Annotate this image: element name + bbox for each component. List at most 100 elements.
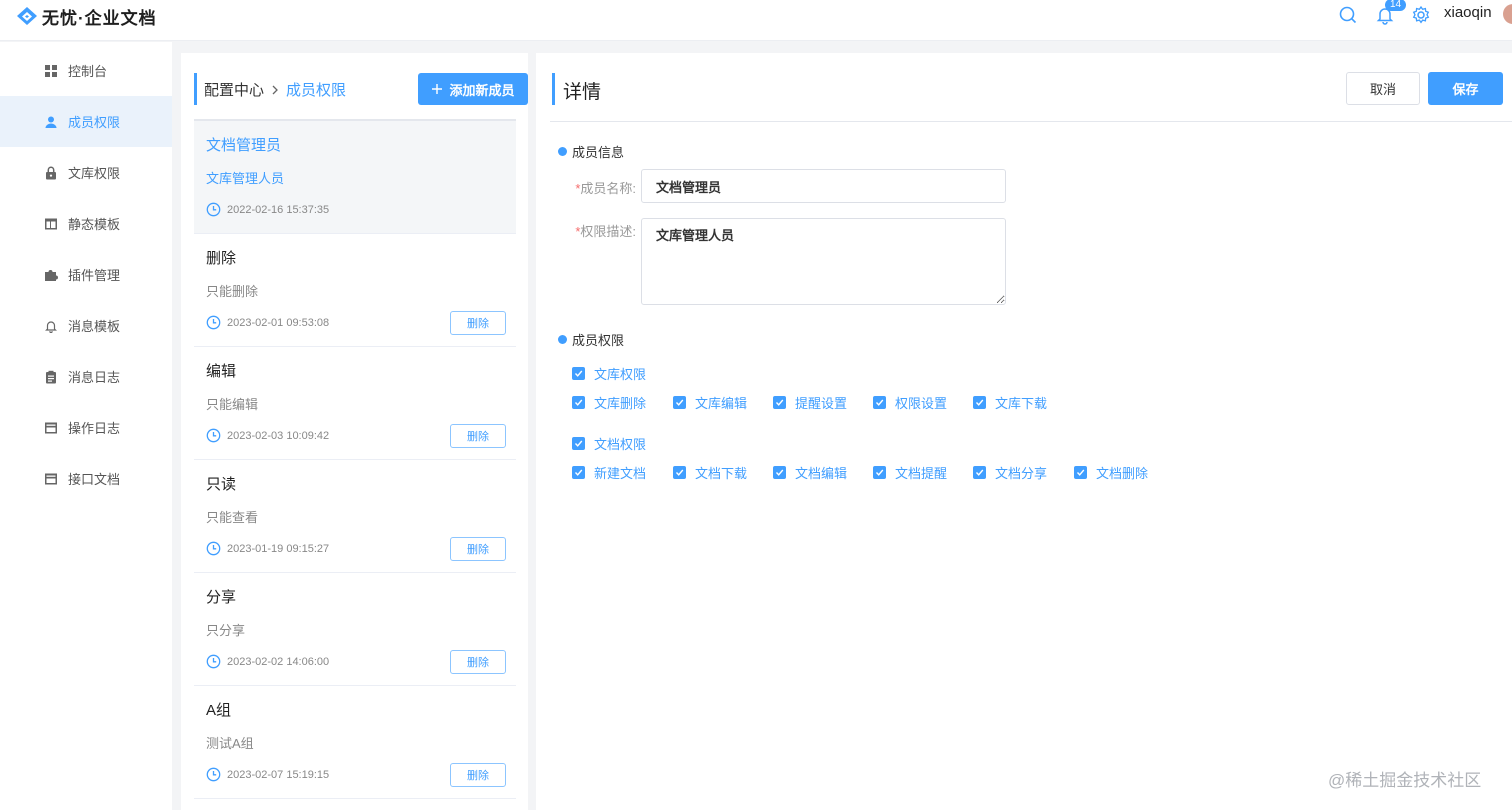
chevron-right-icon xyxy=(272,85,278,94)
sidebar-item-library-permissions[interactable]: 文库权限 xyxy=(0,147,172,198)
section-title: 成员信息 xyxy=(572,145,625,160)
checkbox-label: 文库编辑 xyxy=(695,396,748,411)
cancel-button[interactable]: 取消 xyxy=(1346,72,1420,105)
member-list-header: 配置中心 成员权限 添加新成员 xyxy=(194,73,528,105)
sidebar-item-label: 文库权限 xyxy=(68,166,121,181)
save-button[interactable]: 保存 xyxy=(1428,72,1503,105)
member-card[interactable]: 删除 只能删除 2023-02-01 09:53:08 删除 xyxy=(194,234,516,347)
checkbox-label: 文档权限 xyxy=(594,437,647,452)
permission-desc-textarea[interactable]: 文库管理人员 xyxy=(641,218,1006,305)
member-card-timestamp: 2023-02-07 15:19:15 xyxy=(227,768,330,781)
breadcrumb-current: 成员权限 xyxy=(286,82,347,99)
checkbox-library-download[interactable]: 文库下载 xyxy=(973,393,1047,412)
checkbox-library-edit[interactable]: 文库编辑 xyxy=(673,393,747,412)
add-member-button[interactable]: 添加新成员 xyxy=(418,73,528,105)
member-card[interactable]: 编辑 只能编辑 2023-02-03 10:09:42 删除 xyxy=(194,347,516,460)
member-card[interactable]: 只读 只能查看 2023-01-19 09:15:27 删除 xyxy=(194,460,516,573)
checkbox-library-delete[interactable]: 文库删除 xyxy=(572,393,646,412)
checkbox-document-share[interactable]: 文档分享 xyxy=(973,463,1047,482)
member-card[interactable]: A组 测试A组 2023-02-07 15:19:15 删除 xyxy=(194,686,516,799)
delete-button[interactable]: 删除 xyxy=(450,311,506,335)
watermark: @稀土掘金技术社区 xyxy=(1328,771,1482,790)
checkbox-document-delete[interactable]: 文档删除 xyxy=(1074,463,1148,482)
logo-icon xyxy=(17,6,37,25)
checkbox-checked-icon xyxy=(572,466,585,479)
member-card-time: 2023-02-07 15:19:15 xyxy=(206,767,329,782)
sidebar-item-message-log[interactable]: 消息日志 xyxy=(0,351,172,402)
search-icon[interactable] xyxy=(1338,5,1358,25)
member-card[interactable]: 文档管理员 文库管理人员 2022-02-16 15:37:35 xyxy=(194,121,516,234)
member-info-section: 成员信息 xyxy=(558,142,624,161)
sidebar-item-dashboard[interactable]: 控制台 xyxy=(0,45,172,96)
section-dot xyxy=(558,147,567,156)
member-card-timestamp: 2022-02-16 15:37:35 xyxy=(227,203,330,216)
avatar[interactable] xyxy=(1503,4,1512,24)
checkbox-document-edit[interactable]: 文档编辑 xyxy=(773,463,847,482)
accent-bar xyxy=(552,73,555,105)
member-card-desc: 只能编辑 xyxy=(206,397,259,412)
notification-badge: 14 xyxy=(1385,0,1407,11)
breadcrumb-root[interactable]: 配置中心 xyxy=(204,79,264,100)
checkbox-permission-settings[interactable]: 权限设置 xyxy=(873,393,947,412)
member-card-desc: 文库管理人员 xyxy=(206,171,285,186)
sidebar-item-api-docs[interactable]: 接口文档 xyxy=(0,453,172,504)
member-card-desc: 测试A组 xyxy=(206,736,254,751)
sidebar-item-label: 插件管理 xyxy=(68,268,121,283)
checkbox-checked-icon xyxy=(572,437,585,450)
member-card-title: 分享 xyxy=(206,589,237,606)
checkbox-checked-icon xyxy=(572,396,585,409)
member-name-label: *成员名称: xyxy=(575,181,636,196)
member-card-time: 2023-02-02 14:06:00 xyxy=(206,654,329,669)
accent-bar xyxy=(194,73,197,105)
member-card-time: 2023-02-03 10:09:42 xyxy=(206,428,329,443)
member-card-desc: 只分享 xyxy=(206,623,246,638)
checkbox-library-permissions[interactable]: 文库权限 xyxy=(572,364,646,383)
checkbox-document-reminder[interactable]: 文档提醒 xyxy=(873,463,947,482)
member-card-title: 只读 xyxy=(206,476,237,493)
sidebar-item-operation-log[interactable]: 操作日志 xyxy=(0,402,172,453)
sidebar-item-static-templates[interactable]: 静态模板 xyxy=(0,198,172,249)
member-card-timestamp: 2023-02-01 09:53:08 xyxy=(227,316,330,329)
checkbox-label: 文库删除 xyxy=(594,396,647,411)
member-name-input[interactable] xyxy=(641,169,1006,203)
member-card[interactable]: 分享 只分享 2023-02-02 14:06:00 删除 xyxy=(194,573,516,686)
app-title: 无忧·企业文档 xyxy=(42,9,157,28)
dashboard-icon xyxy=(45,64,57,77)
divider xyxy=(550,121,1512,122)
delete-button[interactable]: 删除 xyxy=(450,537,506,561)
sidebar-item-label: 静态模板 xyxy=(68,217,121,232)
puzzle-icon xyxy=(45,269,58,281)
delete-button[interactable]: 删除 xyxy=(450,763,506,787)
delete-button[interactable]: 删除 xyxy=(450,424,506,448)
sidebar-item-plugin-management[interactable]: 插件管理 xyxy=(0,249,172,300)
checkbox-checked-icon xyxy=(773,396,786,409)
checkbox-checked-icon xyxy=(673,396,686,409)
checkbox-document-download[interactable]: 文档下载 xyxy=(673,463,747,482)
delete-button[interactable]: 删除 xyxy=(450,650,506,674)
app-logo[interactable]: 无忧·企业文档 xyxy=(16,4,157,29)
gear-icon[interactable] xyxy=(1411,5,1431,25)
checkbox-checked-icon xyxy=(873,466,886,479)
add-member-label: 添加新成员 xyxy=(449,82,515,98)
checkbox-document-permissions[interactable]: 文档权限 xyxy=(572,434,646,453)
top-bar: 无忧·企业文档 14 xiaoqin xyxy=(0,0,1512,41)
lock-icon xyxy=(46,166,56,179)
checkbox-checked-icon xyxy=(673,466,686,479)
list-icon xyxy=(45,422,57,433)
sidebar-item-label: 操作日志 xyxy=(68,421,121,436)
sidebar-item-member-permissions[interactable]: 成员权限 xyxy=(0,96,172,147)
member-card-title: 删除 xyxy=(206,250,237,267)
member-card-desc: 只能查看 xyxy=(206,510,259,525)
checkbox-new-document[interactable]: 新建文档 xyxy=(572,463,646,482)
username[interactable]: xiaoqin xyxy=(1444,4,1492,21)
clock-icon xyxy=(206,654,221,669)
user-icon xyxy=(45,116,57,128)
member-card-title: 文档管理员 xyxy=(206,137,282,154)
sidebar: 控制台 成员权限 文库权限 静态模板 插件管理 消息模板 消息日志 操作日志 接… xyxy=(0,42,172,810)
section-dot xyxy=(558,335,567,344)
sidebar-item-message-templates[interactable]: 消息模板 xyxy=(0,300,172,351)
section-title: 成员权限 xyxy=(572,333,625,348)
checkbox-label: 文档下载 xyxy=(695,466,748,481)
checkbox-checked-icon xyxy=(973,396,986,409)
checkbox-reminder-settings[interactable]: 提醒设置 xyxy=(773,393,847,412)
